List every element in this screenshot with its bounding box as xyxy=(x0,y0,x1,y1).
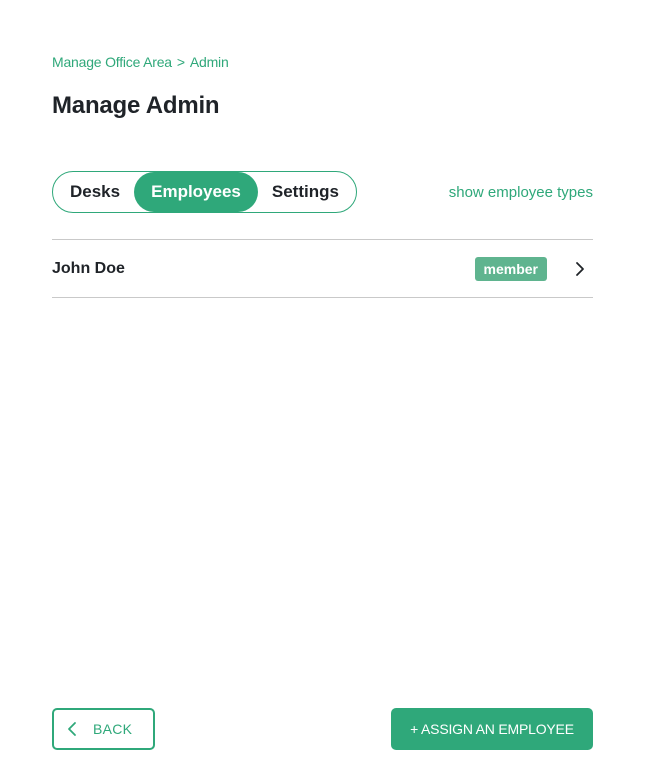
show-employee-types-link[interactable]: show employee types xyxy=(449,184,593,201)
role-badge: member xyxy=(474,256,547,281)
back-button[interactable]: BACK xyxy=(52,708,155,750)
chevron-right-icon[interactable] xyxy=(573,261,587,276)
employee-list: John Doe member xyxy=(52,239,593,298)
breadcrumb-current: Admin xyxy=(189,54,229,70)
tab-desks[interactable]: Desks xyxy=(56,172,134,212)
employee-name: John Doe xyxy=(52,259,125,277)
breadcrumb-separator: > xyxy=(176,54,185,70)
page-title: Manage Admin xyxy=(52,92,220,119)
tab-employees[interactable]: Employees xyxy=(134,172,258,212)
tab-settings[interactable]: Settings xyxy=(258,172,353,212)
back-button-label: BACK xyxy=(93,721,133,737)
breadcrumb-parent-link[interactable]: Manage Office Area xyxy=(52,54,172,70)
assign-employee-button[interactable]: + ASSIGN AN EMPLOYEE xyxy=(391,708,593,750)
tab-bar: Desks Employees Settings xyxy=(52,171,357,213)
chevron-left-icon xyxy=(67,721,77,737)
employee-row[interactable]: John Doe member xyxy=(52,240,593,298)
breadcrumb: Manage Office Area > Admin xyxy=(52,54,229,70)
